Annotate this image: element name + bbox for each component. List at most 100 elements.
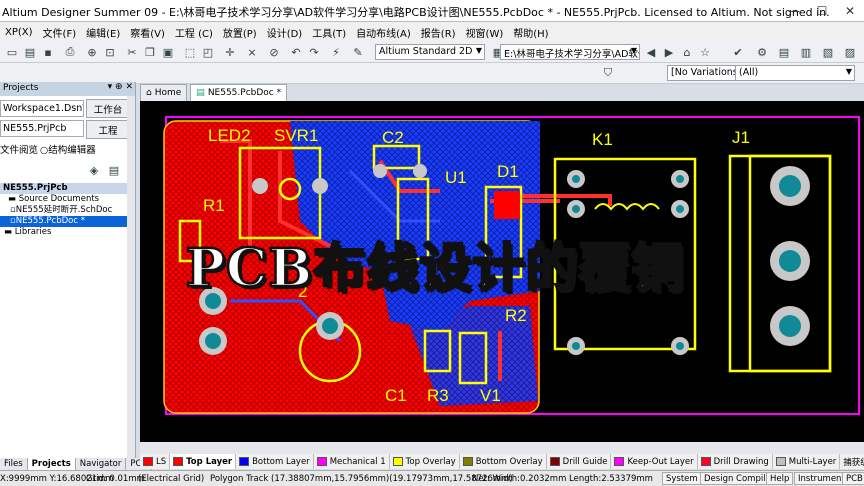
- select-icon[interactable]: ⬚: [182, 44, 198, 60]
- tree-item-pcbdoc[interactable]: ▫NE555.PcbDoc *: [0, 216, 128, 227]
- print-icon[interactable]: ⎙: [62, 44, 78, 60]
- layer-label: Keep-Out Layer: [627, 456, 694, 467]
- tree-item-libraries[interactable]: ▬ Libraries: [0, 227, 128, 238]
- copy-icon[interactable]: ❐: [142, 44, 158, 60]
- paste-icon[interactable]: ▣: [160, 44, 176, 60]
- layer-swatch: [173, 457, 184, 466]
- pcb-button[interactable]: PCB: [842, 472, 864, 485]
- forward-icon[interactable]: ▶: [661, 44, 677, 60]
- menu-edit[interactable]: 编辑(E): [81, 25, 125, 40]
- menu-xp[interactable]: XP(X): [0, 27, 38, 38]
- canvas-horizontal-scrollbar[interactable]: [140, 442, 864, 454]
- cross-probe-icon[interactable]: ⚡: [328, 44, 344, 60]
- tab-navigator[interactable]: Navigator: [76, 458, 127, 470]
- tool-b-icon[interactable]: ▨: [842, 44, 858, 60]
- undo-icon[interactable]: ↶: [288, 44, 304, 60]
- layer-swatch: [462, 457, 473, 466]
- deselect-icon[interactable]: ⨯: [244, 44, 260, 60]
- menu-reports[interactable]: 报告(R): [416, 25, 461, 40]
- tool-a-icon[interactable]: ▧: [820, 44, 836, 60]
- layer-swatch: [316, 457, 327, 466]
- home-icon[interactable]: ⌂: [679, 44, 695, 60]
- layer-swatch: [549, 457, 560, 466]
- back-icon[interactable]: ◀: [643, 44, 659, 60]
- panel-menu-icon[interactable]: ▾: [108, 82, 113, 92]
- designator-r2: R2: [505, 306, 527, 325]
- select-inside-icon[interactable]: ◰: [200, 44, 216, 60]
- menu-view[interactable]: 察看(V): [125, 25, 170, 40]
- layer-tab-keepout[interactable]: Keep-Out Layer: [611, 454, 698, 469]
- menu-design[interactable]: 设计(D): [262, 25, 308, 40]
- project-tree: NE555.PrjPcb ▬ Source Documents ▫NE555延时…: [0, 183, 128, 238]
- workspace-field[interactable]: Workspace1.DsnWrk: [0, 100, 84, 117]
- menu-file[interactable]: 文件(F): [38, 25, 82, 40]
- struct-editor-radio[interactable]: ○结构编辑器: [40, 142, 96, 156]
- minimize-button[interactable]: —: [780, 0, 808, 22]
- menu-window[interactable]: 视窗(W): [461, 25, 509, 40]
- path-select[interactable]: E:\林哥电子技术学习分享\AD软件 ▼: [500, 44, 640, 60]
- menu-tools[interactable]: 工具(T): [307, 25, 351, 40]
- filter-select[interactable]: (All) ▼: [735, 65, 855, 81]
- layer-tab-drill-drawing[interactable]: Drill Drawing: [698, 454, 773, 469]
- tree-item-source-docs[interactable]: ▬ Source Documents: [0, 194, 128, 205]
- help-button[interactable]: Help: [766, 472, 794, 485]
- pin-icon[interactable]: ⊕: [115, 82, 123, 92]
- move-icon[interactable]: ✛: [222, 44, 238, 60]
- layer-swatch: [239, 457, 250, 466]
- open-folder-icon[interactable]: ▤: [22, 44, 38, 60]
- tree-item-schdoc[interactable]: ▫NE555延时断开.SchDoc: [0, 205, 128, 216]
- view-config-value: Altium Standard 2D: [379, 46, 473, 57]
- main-toolbar: ▭ ▤ ▪ ⎙ ⊕ ⊡ ✂ ❐ ▣ ⬚ ◰ ✛ ⨯ ⊘ ↶ ↷ ⚡ ✎ Alti…: [0, 42, 864, 63]
- tab-home[interactable]: ⌂ Home: [140, 84, 188, 101]
- tree-item-project[interactable]: NE555.PrjPcb: [0, 183, 128, 194]
- project-options-icon[interactable]: ◈: [86, 162, 102, 178]
- tree-label: NE555延时断开.SchDoc: [15, 205, 113, 215]
- layer-label: Top Layer: [186, 456, 233, 467]
- zoom-area-icon[interactable]: ⊡: [102, 44, 118, 60]
- file-view-radio[interactable]: 文件阅览: [0, 142, 38, 156]
- layer-tab-drill-guide[interactable]: Drill Guide: [547, 454, 612, 469]
- save-icon[interactable]: ▪: [40, 44, 56, 60]
- designator-d1: D1: [497, 162, 519, 181]
- close-button[interactable]: ✕: [836, 0, 864, 22]
- menu-autoroute[interactable]: 自动布线(A): [351, 25, 416, 40]
- compile-icon[interactable]: ⚙: [754, 44, 770, 60]
- project-button[interactable]: 工程: [86, 120, 130, 139]
- project-folder-icon[interactable]: ▤: [106, 162, 122, 178]
- layer-tab-ls[interactable]: LS: [140, 454, 171, 469]
- system-button[interactable]: System: [662, 472, 702, 485]
- layer-tab-multilayer[interactable]: Multi-Layer: [773, 454, 841, 469]
- clear-filter-icon[interactable]: ⊘: [266, 44, 282, 60]
- window-title: Altium Designer Summer 09 - E:\林哥电子技术学习分…: [2, 6, 830, 19]
- tab-pcbdoc[interactable]: ▤ NE555.PcbDoc *: [190, 84, 288, 101]
- panel-scrollbar[interactable]: [127, 96, 135, 458]
- workspace-button[interactable]: 工作台: [86, 99, 130, 118]
- redo-icon[interactable]: ↷: [306, 44, 322, 60]
- tab-files[interactable]: Files: [0, 458, 28, 470]
- panel-close-icon[interactable]: ✕: [125, 82, 133, 92]
- rubber-stamp-icon[interactable]: ✎: [350, 44, 366, 60]
- pcb-canvas[interactable]: LED2 SVR1 C2 U1 D1 K1 J1 R1 R2 C1 R3 V1 …: [140, 101, 864, 442]
- cut-icon[interactable]: ✂: [124, 44, 140, 60]
- report-icon[interactable]: ▤: [776, 44, 792, 60]
- layer-tab-top-overlay[interactable]: Top Overlay: [390, 454, 460, 469]
- project-field[interactable]: NE555.PrjPcb: [0, 120, 84, 137]
- layer-tab-top[interactable]: Top Layer: [170, 454, 237, 469]
- menu-project[interactable]: 工程 (C): [170, 25, 218, 40]
- view-config-select[interactable]: Altium Standard 2D ▼: [375, 44, 485, 60]
- favorites-icon[interactable]: ☆: [697, 44, 713, 60]
- menu-place[interactable]: 放置(P): [218, 25, 262, 40]
- new-file-icon[interactable]: ▭: [4, 44, 20, 60]
- layer-tab-bottom[interactable]: Bottom Layer: [236, 454, 314, 469]
- docs-icon[interactable]: ▥: [798, 44, 814, 60]
- layer-tab-mech1[interactable]: Mechanical 1: [314, 454, 390, 469]
- filter-icon[interactable]: ⛉: [600, 65, 616, 81]
- snap-level-button[interactable]: 捕获级别: [840, 454, 864, 469]
- maximize-button[interactable]: ☐: [808, 0, 836, 22]
- menu-help[interactable]: 帮助(H): [508, 25, 553, 40]
- layer-tab-bottom-overlay[interactable]: Bottom Overlay: [460, 454, 547, 469]
- tab-projects[interactable]: Projects: [27, 458, 76, 470]
- checklist-icon[interactable]: ✔: [730, 44, 746, 60]
- zoom-in-icon[interactable]: ⊕: [84, 44, 100, 60]
- layer-label: Bottom Overlay: [475, 456, 543, 467]
